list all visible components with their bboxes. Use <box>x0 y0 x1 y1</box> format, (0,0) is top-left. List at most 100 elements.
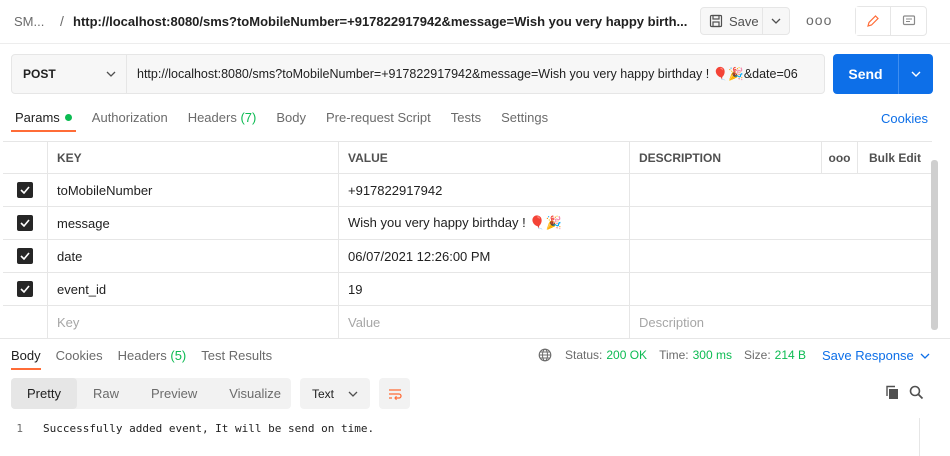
param-key[interactable]: date <box>48 240 339 272</box>
format-select[interactable]: Text <box>300 378 370 409</box>
response-tab-cookies[interactable]: Cookies <box>56 348 103 363</box>
bulk-edit-button[interactable]: Bulk Edit <box>858 142 932 173</box>
save-button-group: Save <box>700 7 790 35</box>
table-row: message Wish you very happy birthday ! 🎈… <box>3 207 932 240</box>
view-preview[interactable]: Preview <box>135 378 213 409</box>
checkbox[interactable] <box>17 215 33 231</box>
request-title[interactable]: http://localhost:8080/sms?toMobileNumber… <box>73 14 687 29</box>
response-scrollbar[interactable] <box>919 418 931 456</box>
param-key[interactable]: event_id <box>48 273 339 305</box>
search-icon[interactable] <box>909 385 924 400</box>
response-tab-body[interactable]: Body <box>11 348 41 363</box>
globe-icon[interactable] <box>538 348 552 362</box>
response-tabs: Body Cookies Headers (5) Test Results <box>11 348 287 363</box>
checkbox-cell <box>3 240 48 272</box>
checkbox[interactable] <box>17 182 33 198</box>
request-tabs: Params Authorization Headers (7) Body Pr… <box>15 110 568 130</box>
param-value[interactable]: Wish you very happy birthday ! 🎈🎉 <box>339 207 630 239</box>
new-value-input[interactable]: Value <box>339 306 630 338</box>
comments-mode-button[interactable] <box>891 7 926 35</box>
more-options-icon[interactable]: ooo <box>806 12 832 28</box>
save-options-button[interactable] <box>763 8 789 34</box>
wrap-lines-button[interactable] <box>379 378 410 409</box>
url-input[interactable]: http://localhost:8080/sms?toMobileNumber… <box>127 55 824 93</box>
wrap-lines-icon <box>388 388 402 400</box>
save-button[interactable]: Save <box>701 8 763 34</box>
pencil-icon <box>867 15 879 27</box>
view-pretty[interactable]: Pretty <box>11 378 77 409</box>
send-options-button[interactable] <box>899 54 933 94</box>
status-label: Status: <box>565 348 603 362</box>
checkbox[interactable] <box>17 281 33 297</box>
table-row: toMobileNumber +917822917942 <box>3 174 932 207</box>
new-key-input[interactable]: Key <box>48 306 339 338</box>
table-row: event_id 19 <box>3 273 932 306</box>
save-icon <box>709 14 723 28</box>
param-value[interactable]: 19 <box>339 273 630 305</box>
tab-body[interactable]: Body <box>276 110 306 130</box>
checkbox[interactable] <box>17 248 33 264</box>
param-value[interactable]: +917822917942 <box>339 174 630 206</box>
breadcrumb-separator: / <box>60 13 64 29</box>
tab-params[interactable]: Params <box>15 110 72 130</box>
response-body-text[interactable]: Successfully added event, It will be sen… <box>43 422 374 435</box>
column-header-description: DESCRIPTION <box>630 142 822 173</box>
param-value[interactable]: 06/07/2021 12:26:00 PM <box>339 240 630 272</box>
time-label: Time: <box>659 348 689 362</box>
view-raw[interactable]: Raw <box>77 378 135 409</box>
check-icon <box>20 186 30 194</box>
checkbox-cell <box>3 273 48 305</box>
send-button[interactable]: Send <box>833 54 899 94</box>
param-description[interactable] <box>630 273 932 305</box>
checkbox-cell <box>3 207 48 239</box>
size-value[interactable]: 214 B <box>775 348 806 362</box>
chevron-down-icon <box>911 71 921 77</box>
tab-headers[interactable]: Headers (7) <box>188 110 257 130</box>
params-table: KEY VALUE DESCRIPTION ooo Bulk Edit toMo… <box>3 141 932 339</box>
column-header-value: VALUE <box>339 142 630 173</box>
send-button-group: Send <box>833 54 933 94</box>
chevron-down-icon <box>106 71 116 77</box>
time-value[interactable]: 300 ms <box>693 348 732 362</box>
response-body-line: 1 Successfully added event, It will be s… <box>0 422 374 435</box>
param-key[interactable]: message <box>48 207 339 239</box>
copy-icon[interactable] <box>885 385 900 400</box>
empty-checkbox-cell <box>3 306 48 338</box>
tab-authorization[interactable]: Authorization <box>92 110 168 130</box>
params-scrollbar[interactable] <box>931 160 938 330</box>
cookies-link[interactable]: Cookies <box>881 111 928 126</box>
param-description[interactable] <box>630 207 932 239</box>
method-label: POST <box>23 67 56 81</box>
headers-count: (7) <box>240 110 257 125</box>
column-options-icon[interactable]: ooo <box>822 142 858 173</box>
response-tab-test-results[interactable]: Test Results <box>201 348 272 363</box>
format-label: Text <box>312 386 335 401</box>
tab-pre-request-script[interactable]: Pre-request Script <box>326 110 431 130</box>
save-label: Save <box>729 13 759 29</box>
active-dot-icon <box>64 114 72 121</box>
tab-settings[interactable]: Settings <box>501 110 548 130</box>
tab-tests[interactable]: Tests <box>451 110 481 130</box>
edit-mode-button[interactable] <box>856 7 892 35</box>
save-response-button[interactable]: Save Response <box>822 348 930 363</box>
column-header-key: KEY <box>48 142 339 173</box>
response-active-tab-indicator <box>11 368 41 370</box>
response-tab-headers[interactable]: Headers (5) <box>118 348 187 363</box>
check-icon <box>20 285 30 293</box>
check-icon <box>20 219 30 227</box>
param-description[interactable] <box>630 240 932 272</box>
method-select[interactable]: POST <box>12 55 127 93</box>
status-value[interactable]: 200 OK <box>606 348 647 362</box>
size-label: Size: <box>743 348 771 362</box>
collection-breadcrumb[interactable]: SM... <box>14 14 44 29</box>
param-description[interactable] <box>630 174 932 206</box>
checkbox-cell <box>3 174 48 206</box>
tab-label: Params <box>15 110 60 125</box>
param-key[interactable]: toMobileNumber <box>48 174 339 206</box>
comment-icon <box>902 15 915 26</box>
new-description-input[interactable]: Description <box>630 306 932 338</box>
header-checkbox-cell <box>3 142 48 173</box>
chevron-down-icon <box>348 391 358 397</box>
table-header-row: KEY VALUE DESCRIPTION ooo Bulk Edit <box>3 142 932 174</box>
view-visualize[interactable]: Visualize <box>213 378 297 409</box>
